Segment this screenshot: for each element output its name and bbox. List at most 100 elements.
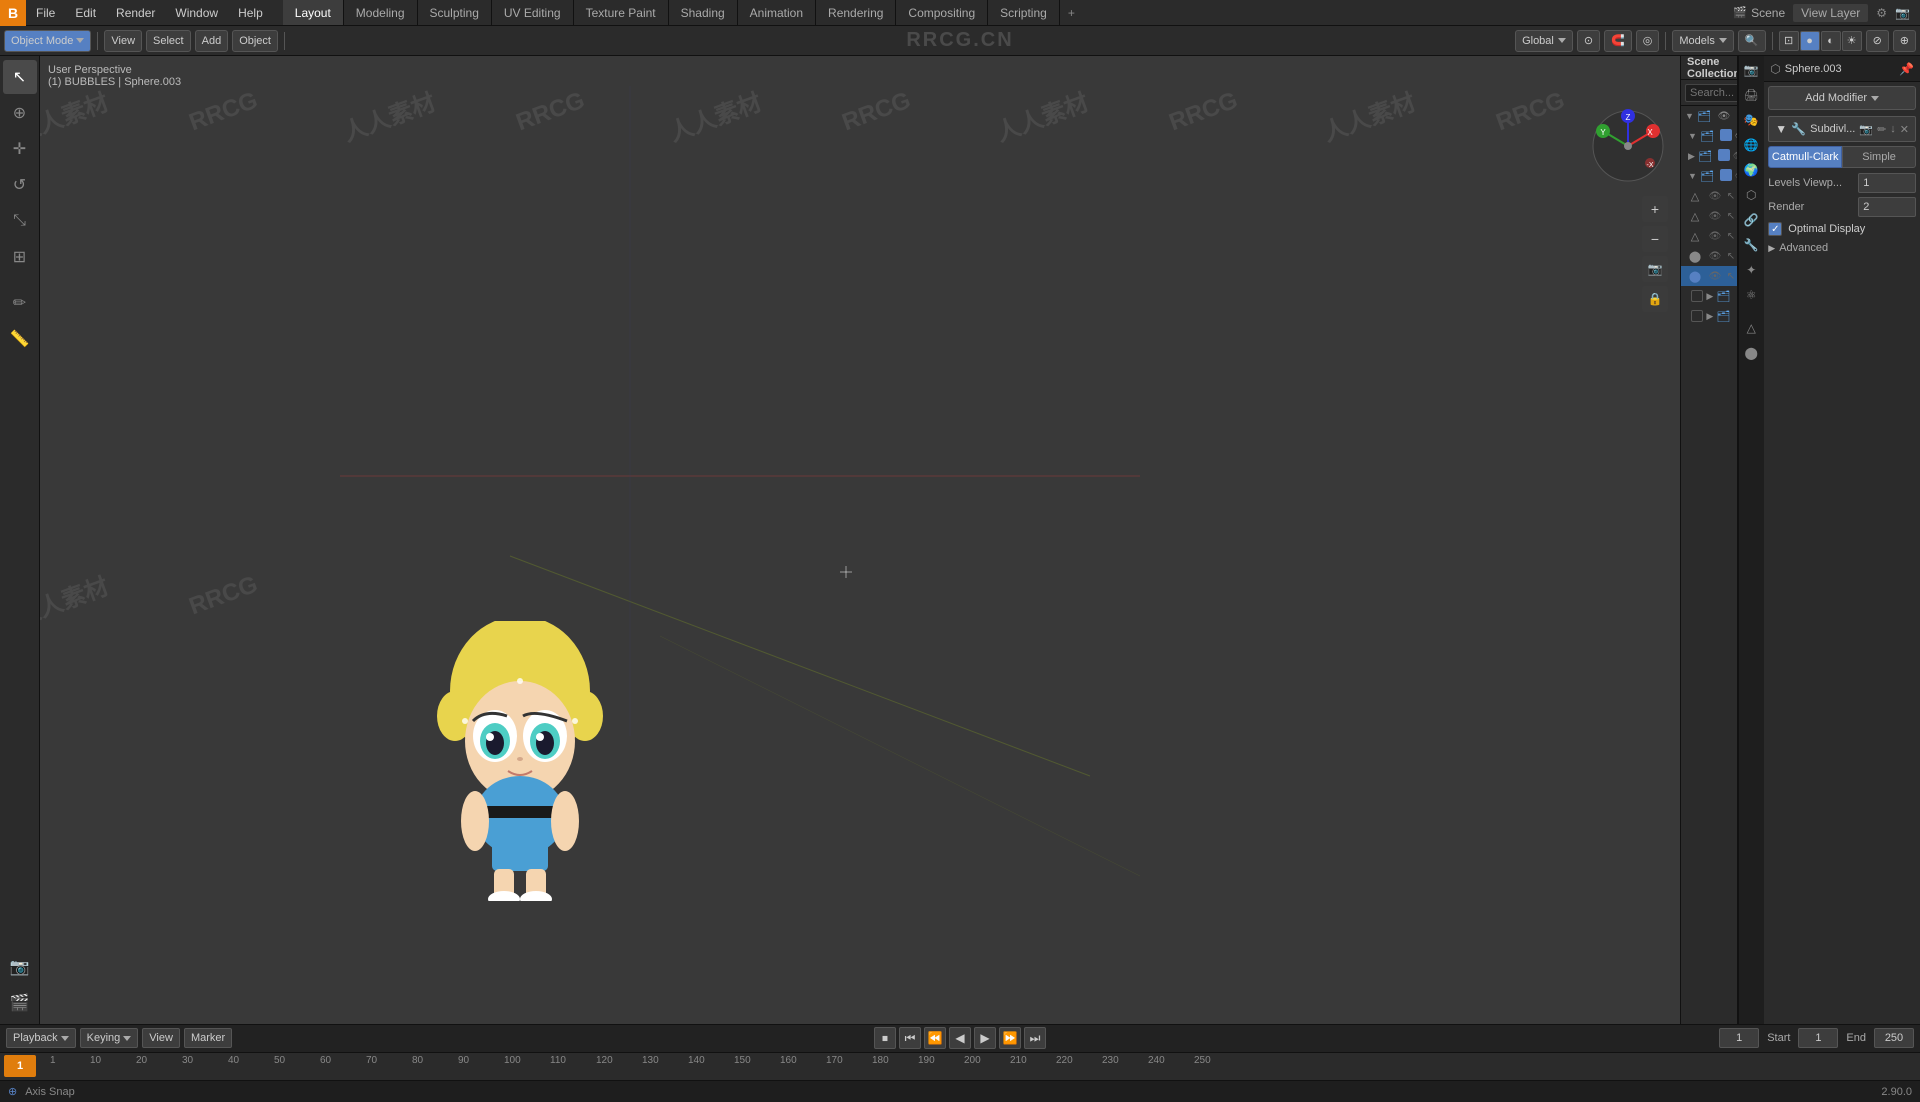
current-frame-display[interactable]: 1: [1719, 1028, 1759, 1048]
simple-btn[interactable]: Simple: [1842, 146, 1916, 168]
search-btn[interactable]: 🔍: [1738, 30, 1766, 52]
menu-file[interactable]: File: [26, 0, 65, 25]
zoom-in-btn[interactable]: +: [1642, 196, 1668, 222]
menu-edit[interactable]: Edit: [65, 0, 106, 25]
tab-texture-paint[interactable]: Texture Paint: [574, 0, 669, 25]
add-workspace-button[interactable]: +: [1060, 0, 1083, 25]
material-tab[interactable]: ⬤: [1739, 341, 1763, 365]
camera-btn[interactable]: 📷: [1642, 256, 1668, 282]
outliner-item-reference[interactable]: ▶ 🗂 REFERENCE 👁 📷: [1681, 146, 1737, 166]
outliner-item-cylinder001[interactable]: △ Cylinder.001 👁 ↖ 📷: [1681, 206, 1737, 226]
visibility-checkbox[interactable]: [1691, 290, 1703, 302]
lock-btn[interactable]: 🔒: [1642, 286, 1668, 312]
reverse-play-btn[interactable]: ◀: [949, 1027, 971, 1049]
jump-start-btn[interactable]: ⏮: [899, 1027, 921, 1049]
move-tool-btn[interactable]: ✛: [3, 132, 37, 166]
eye-icon[interactable]: 👁: [1708, 189, 1722, 203]
menu-help[interactable]: Help: [228, 0, 273, 25]
outliner-item-cylinder002[interactable]: △ Cylinder.002 👁 ↖ 📷: [1681, 226, 1737, 246]
add-modifier-button[interactable]: Add Modifier: [1768, 86, 1916, 110]
overlay-btn[interactable]: ⊘: [1866, 30, 1889, 52]
models-dropdown[interactable]: Models: [1672, 30, 1733, 52]
material-btn[interactable]: ◐: [1821, 31, 1841, 51]
eye-icon[interactable]: 👁: [1708, 229, 1722, 243]
marker-btn[interactable]: Marker: [184, 1028, 232, 1048]
scene-indicator[interactable]: 🎬 Scene: [1733, 6, 1785, 20]
measure-tool-btn[interactable]: 📏: [3, 322, 37, 356]
end-frame-input[interactable]: 250: [1874, 1028, 1914, 1048]
transform-tool-btn[interactable]: ⊞: [3, 240, 37, 274]
next-frame-btn[interactable]: ⏩: [999, 1027, 1021, 1049]
mode-dropdown[interactable]: Object Mode: [4, 30, 91, 52]
timeline-track[interactable]: 1 1 10 20 30 40 50 60 70 80 90 100 110 1…: [0, 1053, 1920, 1080]
modifier-x-icon[interactable]: ✕: [1900, 123, 1909, 136]
tab-uv-editing[interactable]: UV Editing: [492, 0, 574, 25]
rendered-btn[interactable]: ☀: [1842, 31, 1862, 51]
zoom-out-btn[interactable]: −: [1642, 226, 1668, 252]
eye-icon[interactable]: 👁: [1708, 269, 1722, 283]
modifier-down-icon[interactable]: ↓: [1890, 123, 1896, 135]
outliner-item-bubbles[interactable]: ▼ 🗂 BUBBLES 👁 📷: [1681, 166, 1737, 186]
tab-sculpting[interactable]: Sculpting: [418, 0, 492, 25]
particles-tab[interactable]: ✦: [1739, 258, 1763, 282]
visibility-checkbox[interactable]: [1720, 169, 1732, 181]
tab-scripting[interactable]: Scripting: [988, 0, 1060, 25]
visibility-checkbox[interactable]: [1691, 310, 1703, 322]
view-layer-tab[interactable]: 🎭: [1739, 108, 1763, 132]
transform-global[interactable]: Global: [1515, 30, 1573, 52]
select-icon[interactable]: ↖: [1724, 189, 1737, 203]
view-layer-indicator[interactable]: View Layer: [1793, 4, 1868, 22]
stop-btn[interactable]: ⏹: [874, 1027, 896, 1049]
pin-icon[interactable]: 📌: [1899, 62, 1914, 76]
output-tab[interactable]: 🖨: [1739, 83, 1763, 107]
view-btn[interactable]: View: [142, 1028, 180, 1048]
eye-icon[interactable]: 👁: [1717, 109, 1731, 123]
levels-viewport-input[interactable]: 1: [1858, 173, 1916, 193]
optimal-display-checkbox[interactable]: ✓: [1768, 222, 1782, 236]
advanced-toggle[interactable]: ▶ Advanced: [1768, 238, 1916, 258]
tab-shading[interactable]: Shading: [669, 0, 738, 25]
scale-tool-btn[interactable]: ⤡: [3, 204, 37, 238]
catmull-clark-btn[interactable]: Catmull-Clark: [1768, 146, 1842, 168]
select-icon[interactable]: ↖: [1724, 269, 1737, 283]
menu-window[interactable]: Window: [165, 0, 228, 25]
modifier-camera-icon[interactable]: 📷: [1859, 123, 1873, 136]
play-btn[interactable]: ▶: [974, 1027, 996, 1049]
gizmo-btn[interactable]: ⊕: [1893, 30, 1916, 52]
physics-tab[interactable]: ⚛: [1739, 283, 1763, 307]
visibility-checkbox[interactable]: [1718, 149, 1730, 161]
outliner-item-cylinder[interactable]: △ Cylinder 👁 ↖ 📷: [1681, 186, 1737, 206]
modifier-tab[interactable]: 🔧: [1739, 233, 1763, 257]
annotate-tool-btn[interactable]: ✏: [3, 286, 37, 320]
render-tab[interactable]: 📷: [1739, 58, 1763, 82]
start-frame-input[interactable]: 1: [1798, 1028, 1838, 1048]
outliner-item-scene-collection[interactable]: ▼ 🗂 Scene Collection 👁 ↖: [1681, 106, 1737, 126]
eye-icon[interactable]: 👁: [1708, 249, 1722, 263]
add-menu[interactable]: Add: [195, 30, 229, 52]
eye-icon[interactable]: 👁: [1708, 209, 1722, 223]
rotate-tool-btn[interactable]: ↺: [3, 168, 37, 202]
select-icon[interactable]: ↖: [1724, 209, 1737, 223]
axis-gizmo[interactable]: X Y Z -X: [1588, 106, 1668, 186]
wireframe-btn[interactable]: ⊡: [1779, 31, 1799, 51]
outliner-item-buttercup[interactable]: ▶ 🗂 BUTTERCUP: [1681, 286, 1737, 306]
scene-tab[interactable]: 🌐: [1739, 133, 1763, 157]
cursor-tool-btn[interactable]: ⊕: [3, 96, 37, 130]
constraint-tab[interactable]: 🔗: [1739, 208, 1763, 232]
outliner-item-sphere[interactable]: ⬤ Sphere 👁 ↖ 📷: [1681, 246, 1737, 266]
object-data-tab[interactable]: △: [1739, 316, 1763, 340]
keying-btn[interactable]: Keying: [80, 1028, 139, 1048]
tab-animation[interactable]: Animation: [738, 0, 816, 25]
select-icon[interactable]: ↖: [1724, 229, 1737, 243]
modifier-edit-icon[interactable]: ✏: [1877, 123, 1886, 136]
snap-btn[interactable]: 🧲: [1604, 30, 1632, 52]
outliner-item-blossom[interactable]: ▶ 🗂 BLOSSOM: [1681, 306, 1737, 326]
view-menu[interactable]: View: [104, 30, 142, 52]
tab-rendering[interactable]: Rendering: [816, 0, 896, 25]
object-menu[interactable]: Object: [232, 30, 278, 52]
visibility-checkbox[interactable]: [1720, 129, 1732, 141]
select-tool-btn[interactable]: ↖: [3, 60, 37, 94]
jump-end-btn[interactable]: ⏭: [1024, 1027, 1046, 1049]
render-region-btn[interactable]: 🎬: [3, 986, 37, 1020]
menu-render[interactable]: Render: [106, 0, 165, 25]
